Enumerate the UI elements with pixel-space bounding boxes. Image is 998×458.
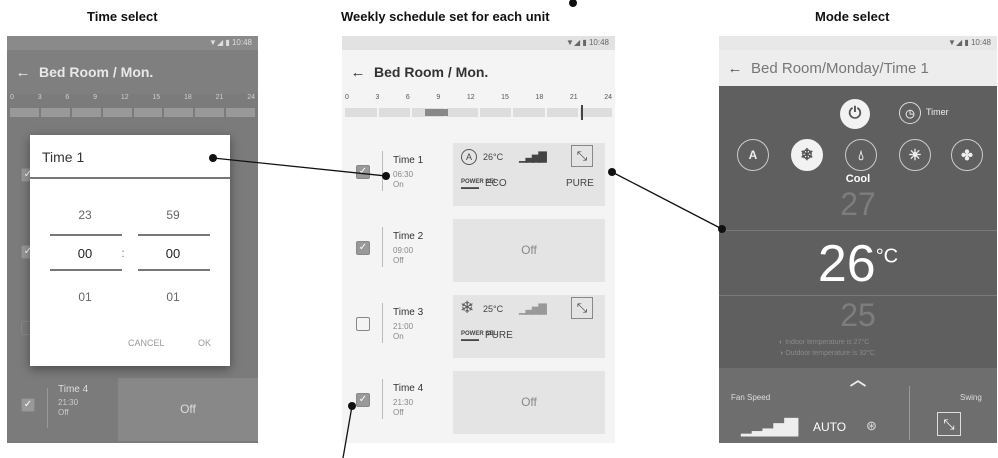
connector-line <box>342 405 353 458</box>
connector-dot <box>209 154 217 162</box>
connector-dot <box>718 225 726 233</box>
annotation-connectors <box>209 0 726 458</box>
connector-dot <box>569 0 577 7</box>
connector-line <box>212 157 387 177</box>
connector-dot <box>382 172 390 180</box>
connector-dot <box>608 168 616 176</box>
connector-dot <box>348 402 356 410</box>
connector-line <box>611 171 723 230</box>
